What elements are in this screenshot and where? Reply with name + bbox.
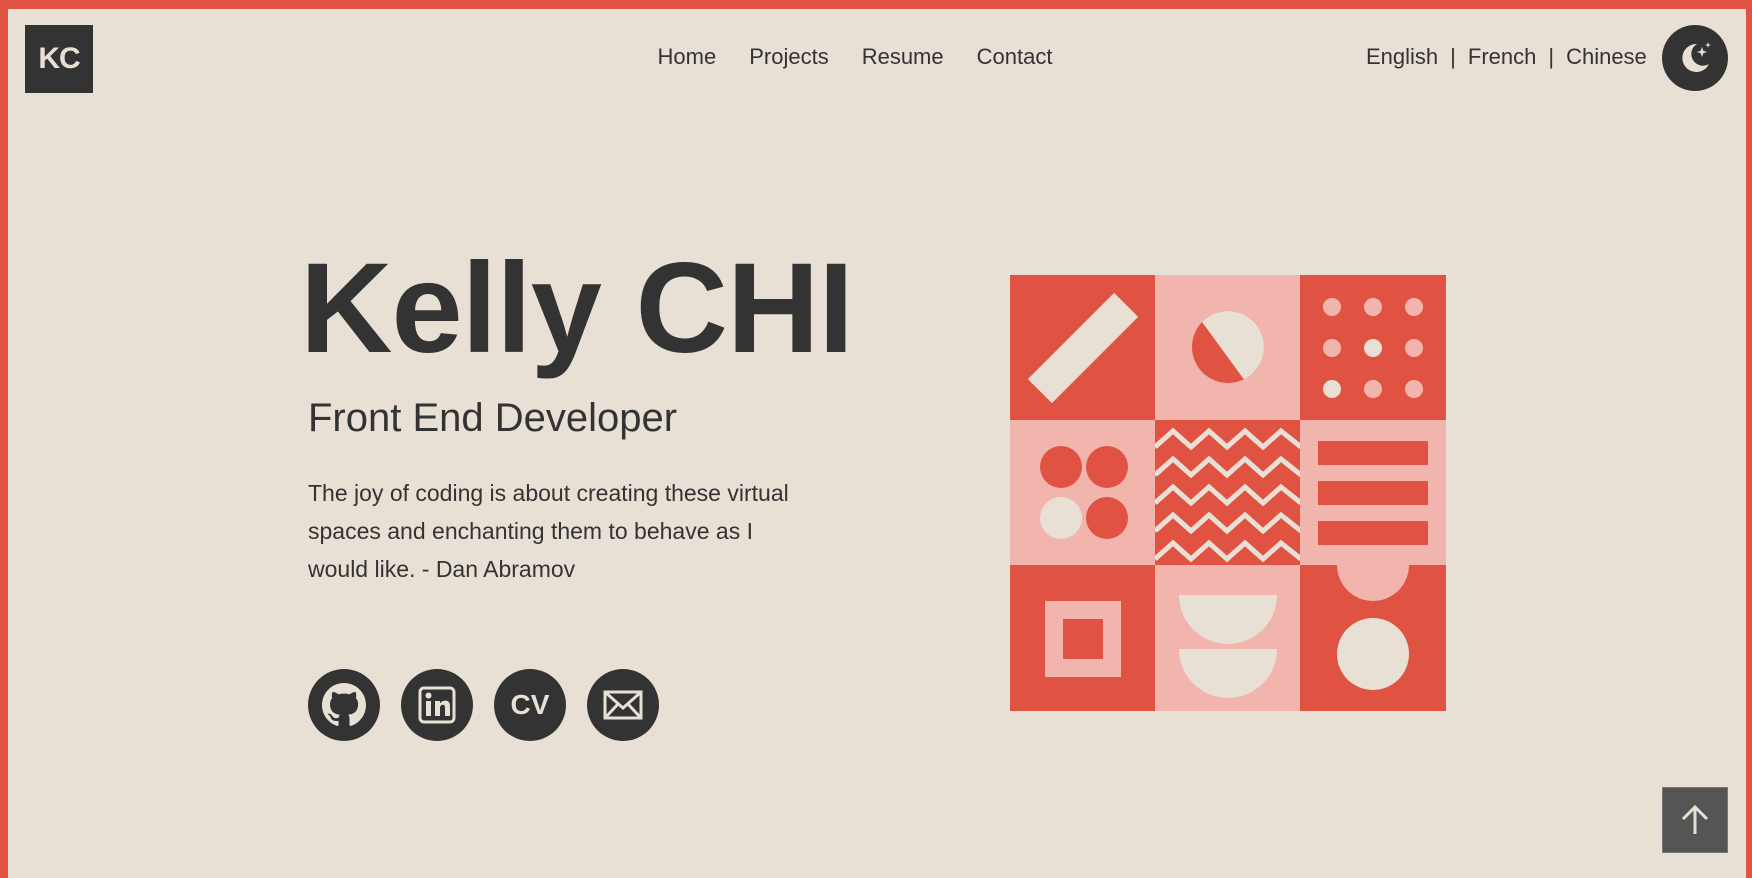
cv-icon: CV <box>510 689 550 720</box>
github-link[interactable] <box>308 669 380 741</box>
art-tile-four-circles <box>1010 420 1156 566</box>
geometric-art-illustration <box>1010 275 1446 711</box>
art-tile-stripes <box>1300 420 1446 566</box>
arrow-up-icon <box>1681 804 1709 834</box>
language-switcher: English | French | Chinese <box>1366 44 1647 70</box>
lang-english[interactable]: English <box>1366 44 1438 70</box>
page-border <box>0 0 1752 878</box>
art-tile-dots <box>1300 275 1446 421</box>
moon-stars-icon <box>1682 42 1711 72</box>
mail-icon <box>603 690 643 720</box>
lang-french[interactable]: French <box>1468 44 1536 70</box>
nav-resume[interactable]: Resume <box>862 44 944 70</box>
nav-contact[interactable]: Contact <box>977 44 1053 70</box>
linkedin-link[interactable] <box>401 669 473 741</box>
social-links: CV <box>308 669 659 741</box>
email-link[interactable] <box>587 669 659 741</box>
lang-separator: | <box>1450 44 1456 69</box>
cv-link[interactable]: CV <box>494 669 566 741</box>
art-tile-square <box>1010 565 1156 711</box>
linkedin-icon <box>418 686 456 724</box>
theme-toggle-button[interactable] <box>1662 25 1728 91</box>
hero-role: Front End Developer <box>308 396 678 440</box>
hero-quote: The joy of coding is about creating thes… <box>308 480 789 582</box>
art-tile-split-circle <box>1155 275 1301 421</box>
back-to-top-button[interactable] <box>1662 787 1728 853</box>
hero-name: Kelly CHI <box>300 237 854 380</box>
lang-separator: | <box>1548 44 1555 69</box>
art-tile-half-circles <box>1155 565 1301 711</box>
art-tile-zigzag <box>1155 420 1301 566</box>
github-icon <box>322 683 366 726</box>
nav-projects[interactable]: Projects <box>749 44 828 70</box>
nav-home[interactable]: Home <box>658 44 717 70</box>
lang-chinese[interactable]: Chinese <box>1566 44 1647 70</box>
